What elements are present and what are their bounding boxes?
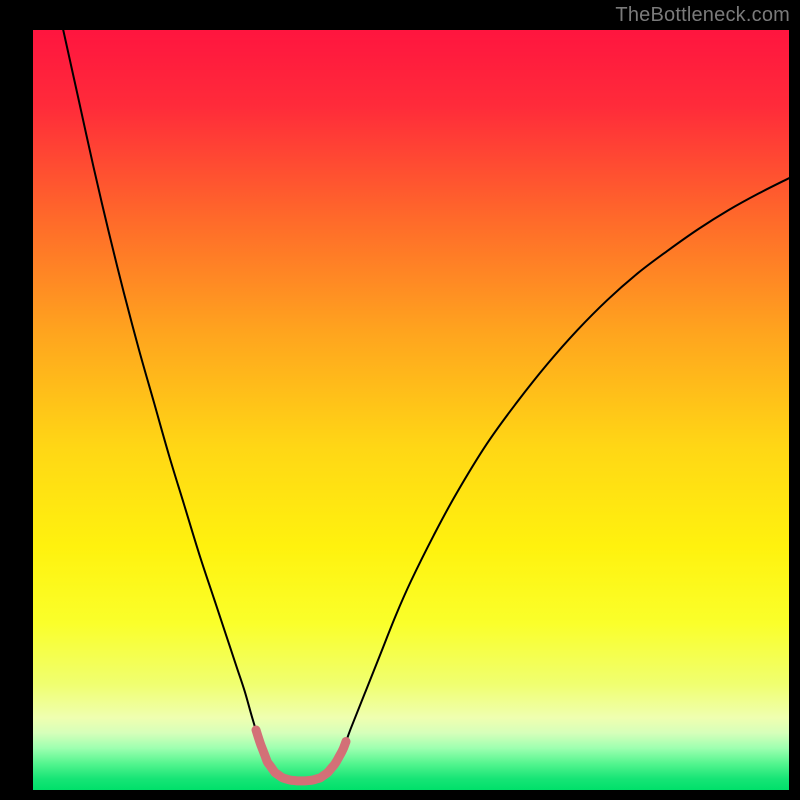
chart-svg xyxy=(0,0,800,800)
chart-frame: TheBottleneck.com xyxy=(0,0,800,800)
watermark-text: TheBottleneck.com xyxy=(615,4,790,27)
plot-background xyxy=(33,30,789,790)
